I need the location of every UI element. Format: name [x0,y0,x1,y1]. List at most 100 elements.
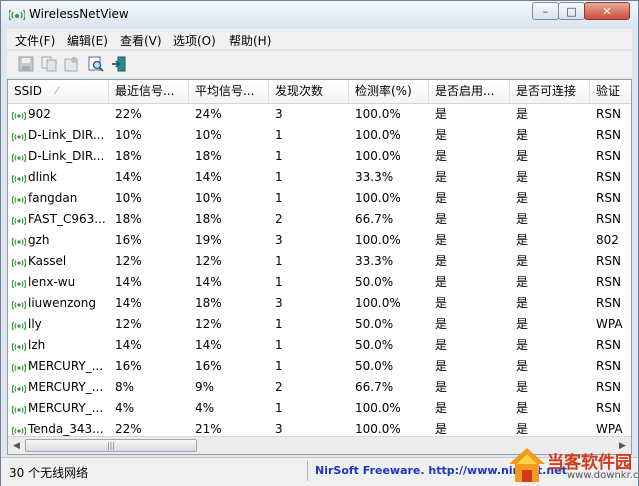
cell-auth: RSN [596,212,621,226]
wifi-signal-icon [12,279,26,288]
maximize-button[interactable]: □ [558,2,585,20]
copy-button[interactable] [40,55,58,73]
table-row[interactable]: fangdan 10% 10% 1 100.0% 是 是 RSN [8,188,631,209]
table-row[interactable]: MERCURY_... 16% 16% 1 50.0% 是 是 RSN [8,356,631,377]
table-row[interactable]: gzh 16% 19% 3 100.0% 是 是 802 [8,230,631,251]
cell-enabled: 是 [435,338,448,352]
table-row[interactable]: Kassel 12% 12% 1 33.3% 是 是 RSN [8,251,631,272]
close-icon: ✕ [602,4,612,18]
table-row[interactable]: lly 12% 12% 1 50.0% 是 是 WPA [8,314,631,335]
column-header-avg-signal[interactable]: 平均信号... [189,80,269,103]
table-row[interactable]: 902 22% 24% 3 100.0% 是 是 RSN [8,104,631,125]
cell-last-signal: 14% [115,275,142,289]
ssid-text: dlink [28,170,57,184]
menu-options[interactable]: 选项(O) [173,32,216,49]
cell-auth: RSN [596,107,621,121]
cell-detection-count: 1 [275,401,283,415]
cell-ssid: MERCURY_... [8,356,109,377]
cell-avg-signal: 10% [195,191,222,205]
column-header-detection-rate[interactable]: 检测率(%) [349,80,429,103]
cell-avg-signal: 18% [195,149,222,163]
table-row[interactable]: MERCURY_... 8% 9% 2 66.7% 是 是 RSN [8,377,631,398]
cell-auth: RSN [596,380,621,394]
cell-auth: RSN [596,275,621,289]
minimize-button[interactable]: – [532,2,559,20]
menu-help[interactable]: 帮助(H) [229,32,271,49]
column-header-detection-count[interactable]: 发现次数 [269,80,349,103]
app-window: WirelessNetView – □ ✕ 文件(F) 编辑(E) 查看(V) … [0,0,639,486]
house-logo-icon [509,448,545,482]
cell-last-signal: 10% [115,191,142,205]
cell-ssid: MERCURY_... [8,377,109,398]
cell-auth: WPA [596,317,623,331]
cell-ssid: fangdan [8,188,109,209]
cell-connectable: 是 [516,128,529,142]
cell-ssid: D-Link_DIR... [8,125,109,146]
menu-edit[interactable]: 编辑(E) [67,32,108,49]
cell-enabled: 是 [435,191,448,205]
cell-ssid: MERCURY_... [8,398,109,419]
save-button[interactable] [17,55,35,73]
cell-last-signal: 12% [115,254,142,268]
scroll-left-icon[interactable]: ◀ [9,439,24,452]
cell-enabled: 是 [435,107,448,121]
cell-avg-signal: 18% [195,296,222,310]
scrollbar-thumb[interactable]: ||| [25,439,197,452]
table-row[interactable]: dlink 14% 14% 1 33.3% 是 是 RSN [8,167,631,188]
wifi-signal-icon [12,195,26,204]
ssid-text: liuwenzong [28,296,96,310]
find-button[interactable] [87,55,105,73]
properties-button[interactable] [62,55,80,73]
wifi-signal-icon [12,258,26,267]
cell-connectable: 是 [516,149,529,163]
column-header-connectable[interactable]: 是否可连接 [510,80,590,103]
cell-last-signal: 10% [115,128,142,142]
wifi-signal-icon [12,111,26,120]
ssid-text: 902 [28,107,51,121]
cell-detection-count: 1 [275,191,283,205]
cell-detection-rate: 100.0% [355,128,401,142]
toolbar [7,50,632,78]
ssid-text: MERCURY_... [28,380,104,394]
table-row[interactable]: D-Link_DIR... 10% 10% 1 100.0% 是 是 RSN [8,125,631,146]
watermark-logo: 当客软件园 www.downkr.com [505,446,639,486]
cell-ssid: lzh [8,335,109,356]
title-bar[interactable]: WirelessNetView – □ ✕ [1,1,638,28]
cell-detection-count: 2 [275,212,283,226]
table-row[interactable]: MERCURY_... 4% 4% 1 100.0% 是 是 RSN [8,398,631,419]
cell-avg-signal: 4% [195,401,215,415]
network-list[interactable]: SSID ⁄ 最近信号... 平均信号... 发现次数 检测率(%) 是否启用.… [7,79,632,455]
cell-enabled: 是 [435,233,448,247]
ssid-text: Tenda_343... [28,422,104,436]
cell-detection-count: 1 [275,275,283,289]
cell-detection-rate: 33.3% [355,254,394,268]
cell-enabled: 是 [435,149,448,163]
table-row[interactable]: liuwenzong 14% 18% 3 100.0% 是 是 RSN [8,293,631,314]
cell-detection-count: 1 [275,317,283,331]
cell-connectable: 是 [516,401,529,415]
cell-detection-count: 1 [275,254,283,268]
menu-file[interactable]: 文件(F) [15,32,55,49]
cell-connectable: 是 [516,317,529,331]
cell-detection-count: 3 [275,107,283,121]
sort-indicator-icon: ⁄ [56,86,58,97]
ssid-text: lenx-wu [28,275,76,289]
column-header-enabled[interactable]: 是否启用... [429,80,510,103]
column-header-ssid[interactable]: SSID ⁄ [8,80,109,103]
ssid-text: lly [28,317,42,331]
table-row[interactable]: FAST_C963... 18% 18% 2 66.7% 是 是 RSN [8,209,631,230]
close-button[interactable]: ✕ [584,2,630,20]
cell-auth: RSN [596,149,621,163]
table-row[interactable]: lzh 14% 14% 1 50.0% 是 是 RSN [8,335,631,356]
exit-button[interactable] [110,55,128,73]
table-row[interactable]: D-Link_DIR... 18% 18% 1 100.0% 是 是 RSN [8,146,631,167]
column-header-auth[interactable]: 验证 [590,80,631,103]
cell-enabled: 是 [435,401,448,415]
cell-connectable: 是 [516,107,529,121]
menu-view[interactable]: 查看(V) [120,32,162,49]
column-header-last-signal[interactable]: 最近信号... [109,80,189,103]
maximize-icon: □ [566,4,577,18]
table-row[interactable]: lenx-wu 14% 14% 1 50.0% 是 是 RSN [8,272,631,293]
cell-detection-rate: 100.0% [355,191,401,205]
wifi-signal-icon [12,132,26,141]
